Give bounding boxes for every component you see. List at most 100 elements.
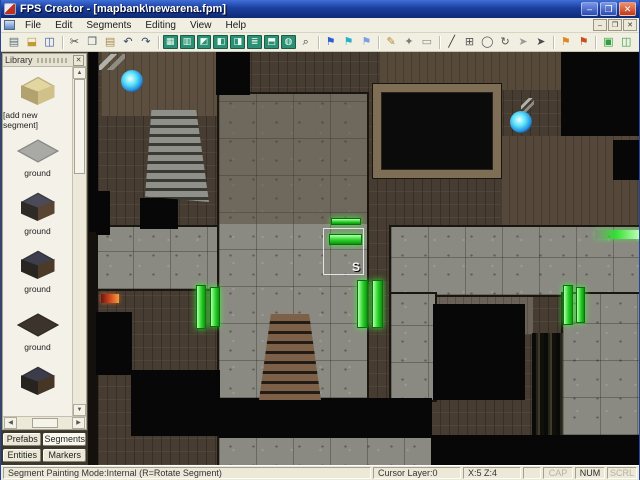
menu-file[interactable]: File <box>18 18 48 32</box>
tab-prefabs[interactable]: Prefabs <box>3 433 42 446</box>
paste-button[interactable]: ▤ <box>101 34 119 51</box>
hscroll-thumb[interactable] <box>31 418 58 428</box>
library-item-ground[interactable]: ground <box>18 304 58 352</box>
segment-door-button[interactable]: ◧ <box>213 35 229 49</box>
status-spacer <box>523 467 541 479</box>
mdi-close-button[interactable]: ✕ <box>623 19 637 31</box>
eraser-button[interactable]: ▭ <box>418 34 436 51</box>
status-bar: Segment Painting Mode:Internal (R=Rotate… <box>1 465 639 480</box>
toolbar-separator <box>61 35 63 49</box>
segment-light-button[interactable]: ◍ <box>280 35 296 49</box>
brush-button[interactable]: ✎ <box>382 34 400 51</box>
tab-segments[interactable]: Segments <box>43 433 86 446</box>
flag-cyan-button[interactable]: ⚑ <box>340 34 358 51</box>
segment-window-button[interactable]: ◨ <box>230 35 246 49</box>
circle-button[interactable]: ◯ <box>478 34 496 51</box>
scroll-down-icon[interactable]: ▼ <box>73 404 86 416</box>
library-item-ground[interactable]: ground <box>18 130 58 178</box>
mdi-restore-button[interactable]: ❐ <box>608 19 622 31</box>
library-list: [add new segment] ground ground ground groun… <box>3 67 72 416</box>
library-tabs: Prefabs Segments Entities Markers <box>1 431 88 465</box>
weapon-pickup <box>101 294 119 303</box>
room-frame <box>373 84 501 178</box>
void-area <box>219 398 432 438</box>
library-vscrollbar[interactable]: ▲ ▼ <box>72 67 86 416</box>
new-button[interactable]: ▤ <box>5 34 23 51</box>
main-area: Library ✕ [add new segment] ground ground g… <box>1 52 639 465</box>
menu-editing[interactable]: Editing <box>138 18 183 32</box>
test-game-button[interactable]: ▣ <box>599 34 617 51</box>
door-marker <box>357 280 368 328</box>
void-area <box>216 52 250 95</box>
library-item-ground[interactable]: ground <box>18 246 58 294</box>
pointer-dark-button[interactable]: ➤ <box>532 34 550 51</box>
zoom-button[interactable]: ⌕ <box>297 34 315 51</box>
library-item-label: ground <box>24 226 51 236</box>
tab-markers[interactable]: Markers <box>43 449 86 462</box>
menu-segments[interactable]: Segments <box>79 18 138 32</box>
cube-dark-icon <box>18 188 58 224</box>
build-game-button[interactable]: ◫ <box>617 34 635 51</box>
library-item-partial[interactable] <box>18 362 58 410</box>
copy-button[interactable]: ❐ <box>83 34 101 51</box>
map-canvas[interactable]: S <box>89 52 639 465</box>
library-header: Library ✕ <box>3 54 86 67</box>
marker-flag-orange-button[interactable]: ⚑ <box>557 34 575 51</box>
floor-area <box>219 437 432 465</box>
vscroll-track[interactable] <box>73 79 86 404</box>
redo-button[interactable]: ↷ <box>137 34 155 51</box>
door-marker <box>196 285 206 329</box>
door-marker <box>595 230 639 239</box>
app-icon <box>4 3 16 15</box>
door-marker <box>372 280 383 328</box>
wand-button[interactable]: ✦ <box>400 34 418 51</box>
flag-blue-button[interactable]: ⚑ <box>322 34 340 51</box>
cube-dark2-icon <box>18 246 58 282</box>
cut-button[interactable]: ✂ <box>66 34 84 51</box>
scroll-left-icon[interactable]: ◀ <box>4 417 17 429</box>
save-button[interactable]: ◫ <box>41 34 59 51</box>
void-area <box>140 198 178 229</box>
flag-add-button[interactable]: ⚑ <box>357 34 375 51</box>
menu-bar: File Edit Segments Editing View Help – ❐ ✕ <box>1 18 639 33</box>
rotate-button[interactable]: ↻ <box>496 34 514 51</box>
pointer-light-button[interactable]: ➤ <box>514 34 532 51</box>
library-close-icon[interactable]: ✕ <box>73 54 84 66</box>
undo-button[interactable]: ↶ <box>119 34 137 51</box>
segment-platform-button[interactable]: ⬒ <box>264 35 279 49</box>
library-item-ground[interactable]: ground <box>18 188 58 236</box>
void-area <box>431 435 639 465</box>
menu-view[interactable]: View <box>183 18 219 32</box>
minimize-button[interactable]: – <box>581 2 598 16</box>
void-area <box>433 304 525 400</box>
segment-stairs-button[interactable]: ≣ <box>247 35 263 49</box>
scroll-up-icon[interactable]: ▲ <box>73 67 86 79</box>
library-title: Library <box>5 55 33 65</box>
marker-flag-red-button[interactable]: ⚑ <box>575 34 593 51</box>
corridor-dark <box>532 333 563 443</box>
restore-button[interactable]: ❐ <box>600 2 617 16</box>
mdi-child-icon <box>4 20 15 30</box>
tab-entities[interactable]: Entities <box>3 449 42 462</box>
mdi-minimize-button[interactable]: – <box>593 19 607 31</box>
window-title: FPS Creator - [mapbank\newarena.fpm] <box>20 3 226 15</box>
line-button[interactable]: ╱ <box>443 34 461 51</box>
library-hscrollbar[interactable]: ◀ ▶ <box>3 416 86 429</box>
menu-edit[interactable]: Edit <box>48 18 79 32</box>
open-button[interactable]: ⬓ <box>23 34 41 51</box>
menu-help[interactable]: Help <box>218 18 253 32</box>
segment-wall-button[interactable]: ▥ <box>179 35 195 49</box>
vscroll-thumb[interactable] <box>74 79 85 174</box>
void-area <box>96 312 132 375</box>
status-indicators: CAP NUM SCRL <box>543 467 637 479</box>
paint-cursor[interactable]: S <box>323 228 364 275</box>
door-marker <box>210 287 220 327</box>
toolbar-separator <box>438 35 440 49</box>
library-item-add-new-segment[interactable]: [add new segment] <box>3 72 72 130</box>
scroll-right-icon[interactable]: ▶ <box>72 417 85 429</box>
close-button[interactable]: ✕ <box>619 2 636 16</box>
grid-button[interactable]: ⊞ <box>461 34 479 51</box>
segment-floor-button[interactable]: ▦ <box>162 35 178 49</box>
segment-room-button[interactable]: ◩ <box>196 35 212 49</box>
library-grip[interactable] <box>36 57 69 63</box>
